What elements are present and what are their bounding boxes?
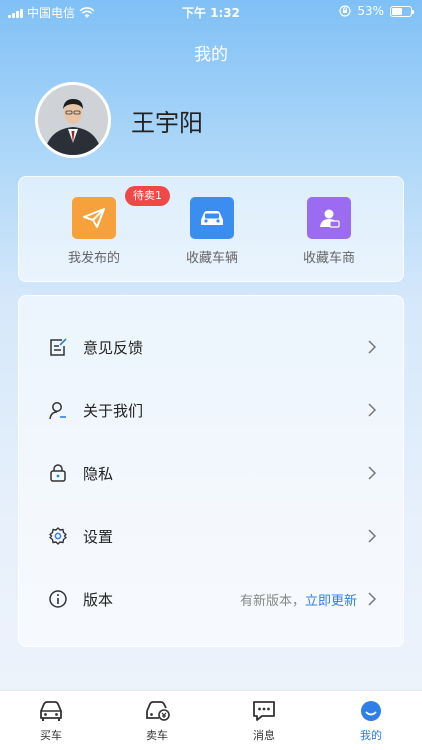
about-person-icon bbox=[49, 402, 66, 420]
shortcut-saved-cars[interactable]: 收藏车辆 bbox=[157, 197, 267, 266]
new-version-text: 有新版本， bbox=[239, 593, 305, 609]
menu-label: 关于我们 bbox=[83, 401, 144, 420]
status-right: 53% bbox=[339, 4, 414, 18]
tab-label: 卖车 bbox=[146, 729, 168, 742]
tab-profile[interactable]: 我的 bbox=[336, 699, 406, 743]
lock-icon bbox=[50, 464, 66, 482]
version-update-hint: 有新版本，立即更新 bbox=[240, 590, 357, 609]
battery-percent: 53% bbox=[357, 4, 384, 18]
orientation-lock-icon bbox=[339, 5, 351, 17]
info-icon bbox=[49, 590, 67, 608]
menu-label: 意见反馈 bbox=[83, 338, 144, 357]
car-icon bbox=[190, 197, 234, 239]
chevron-right-icon bbox=[368, 403, 377, 417]
battery-icon bbox=[390, 5, 414, 17]
tab-messages[interactable]: 消息 bbox=[229, 699, 299, 743]
menu-label: 隐私 bbox=[83, 464, 114, 483]
menu-item-version[interactable]: 版本 有新版本，立即更新 bbox=[19, 579, 405, 619]
chevron-right-icon bbox=[368, 592, 377, 606]
tab-buy-car[interactable]: 买车 bbox=[16, 699, 86, 743]
shortcut-label: 收藏车辆 bbox=[185, 251, 238, 266]
profile-icon bbox=[361, 701, 381, 721]
shortcut-saved-dealers[interactable]: 收藏车商 bbox=[274, 197, 384, 266]
avatar-photo-icon bbox=[38, 85, 108, 155]
shortcut-label: 我发布的 bbox=[67, 251, 120, 266]
shortcuts-card: 待卖1 我发布的 收藏车辆 收藏车商 bbox=[18, 176, 404, 282]
gear-icon bbox=[49, 527, 67, 545]
page-title: 我的 bbox=[194, 45, 228, 65]
menu-item-settings[interactable]: 设置 bbox=[19, 516, 405, 556]
avatar[interactable] bbox=[35, 82, 111, 158]
paper-plane-icon bbox=[72, 197, 116, 239]
username: 王宇阳 bbox=[131, 109, 203, 137]
dealer-person-icon bbox=[307, 197, 351, 239]
status-bar: 中国电信 下午 1:32 53% bbox=[0, 0, 422, 22]
shortcut-label: 收藏车商 bbox=[302, 251, 355, 266]
menu-item-privacy[interactable]: 隐私 bbox=[19, 453, 405, 493]
message-icon bbox=[253, 701, 275, 721]
menu-label: 设置 bbox=[83, 527, 114, 546]
menu-item-feedback[interactable]: 意见反馈 bbox=[19, 327, 405, 367]
update-now-link[interactable]: 立即更新 bbox=[305, 594, 357, 609]
car-front-icon bbox=[40, 701, 62, 721]
menu-item-about[interactable]: 关于我们 bbox=[19, 390, 405, 430]
chevron-right-icon bbox=[368, 529, 377, 543]
car-sell-icon bbox=[146, 701, 170, 721]
tab-label: 买车 bbox=[40, 729, 62, 742]
feedback-icon bbox=[50, 338, 67, 356]
tab-label: 消息 bbox=[253, 729, 275, 742]
shortcut-my-posts[interactable]: 待卖1 我发布的 bbox=[39, 186, 170, 266]
tab-label: 我的 bbox=[360, 729, 382, 742]
menu-card: 意见反馈 关于我们 隐私 设置 版本 有新版本，立即更新 bbox=[18, 295, 404, 647]
tab-bar: 买车 卖车 消息 我的 bbox=[0, 690, 422, 750]
menu-label: 版本 bbox=[83, 590, 114, 609]
chevron-right-icon bbox=[368, 340, 377, 354]
tab-sell-car[interactable]: 卖车 bbox=[122, 699, 192, 743]
chevron-right-icon bbox=[368, 466, 377, 480]
